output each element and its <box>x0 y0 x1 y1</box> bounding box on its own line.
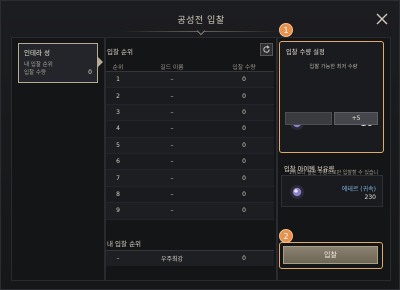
row-rank: 6 <box>116 158 120 166</box>
row-rank: 1 <box>116 76 120 84</box>
table-row: 4 – 0 <box>106 121 274 138</box>
bid-amount-title: 입찰 수량 설정 <box>286 49 325 56</box>
row-qty: 0 <box>242 108 246 116</box>
row-rank: 7 <box>116 174 120 182</box>
close-icon[interactable] <box>375 11 389 25</box>
holdings-item-name: 에테르 (귀속) <box>341 186 376 193</box>
fortress-qty-value: 0 <box>88 69 92 76</box>
row-qty: 0 <box>242 158 246 166</box>
row-rank: 2 <box>116 92 120 100</box>
table-row: 3 – 0 <box>106 104 274 122</box>
fortress-qty-label: 입찰 수량 <box>24 70 46 76</box>
row-rank: 3 <box>116 108 120 116</box>
gem-icon <box>290 185 304 199</box>
header-guild: 길드 이름 <box>160 64 184 71</box>
header-rank: 순위 <box>112 64 124 71</box>
row-guild: – <box>170 141 174 149</box>
selected-arrow-icon <box>98 57 103 67</box>
my-rank-row: – 우주최강 0 <box>106 250 274 266</box>
row-qty: 0 <box>242 207 246 215</box>
my-rank-value: – <box>116 255 120 262</box>
bid-amount-panel: 입찰 수량 설정 입찰 가능한 최저 수량 10 1위보다 높은 수량으로만 입… <box>279 41 384 183</box>
row-guild: – <box>170 158 174 166</box>
row-guild: – <box>170 108 174 116</box>
my-guild-name: 우주최강 <box>160 256 184 263</box>
my-rank-title: 내 입찰 순위 <box>107 240 142 248</box>
row-qty: 0 <box>242 76 246 84</box>
row-qty: 0 <box>242 174 246 182</box>
row-qty: 0 <box>242 125 246 133</box>
table-row: 5 – 0 <box>106 137 274 154</box>
row-guild: – <box>170 125 174 133</box>
ranking-table: 순위 길드 이름 입찰 수량 1–0 2–0 3–0 4–0 5–0 6–0 7–0 8–0 9… <box>106 61 274 220</box>
refresh-icon[interactable] <box>260 43 273 56</box>
siege-bid-window: 공성전 입찰 인테라 성 내 입찰 순위 입찰 수량 0 입찰 순위 순위 길드… <box>0 0 400 290</box>
row-rank: 4 <box>116 125 120 133</box>
row-guild: – <box>170 190 174 198</box>
row-qty: 0 <box>242 190 246 198</box>
window-title: 공성전 입찰 <box>177 15 225 26</box>
table-row: 7 – 0 <box>106 170 274 187</box>
fortress-name: 인테라 성 <box>24 49 50 57</box>
row-qty: 0 <box>242 92 246 100</box>
row-guild: – <box>170 207 174 215</box>
table-row: 6 – 0 <box>106 153 274 171</box>
table-row: 9 – 0 <box>106 203 274 220</box>
fortress-rank-label: 내 입찰 순위 <box>24 62 53 68</box>
row-rank: 5 <box>116 141 120 149</box>
bid-button[interactable]: 입찰 <box>283 246 378 264</box>
row-guild: – <box>170 174 174 182</box>
fortress-row-qty: 입찰 수량 0 <box>24 69 92 77</box>
holdings-box: 에테르 (귀속) 230 <box>281 175 383 207</box>
min-amount-label: 입찰 가능한 최저 수량 <box>309 64 358 70</box>
row-rank: 9 <box>116 207 120 215</box>
step-marker-1: 1 <box>279 23 293 37</box>
table-row: 2 – 0 <box>106 88 274 105</box>
my-bid-qty: 0 <box>242 255 246 262</box>
row-rank: 8 <box>116 190 120 198</box>
holdings-item-qty: 230 <box>364 194 376 201</box>
row-guild: – <box>170 92 174 100</box>
ranking-header: 순위 길드 이름 입찰 수량 <box>106 61 274 72</box>
fortress-row-rank: 내 입찰 순위 <box>24 61 92 69</box>
step-marker-2: 2 <box>279 229 293 243</box>
table-row: 1 – 0 <box>106 72 274 89</box>
table-row: 8 – 0 <box>106 186 274 204</box>
row-qty: 0 <box>242 141 246 149</box>
decrease-button[interactable] <box>285 112 332 125</box>
plus-five-button[interactable]: +5 <box>334 112 378 125</box>
ranking-title: 입찰 순위 <box>107 48 133 56</box>
holdings-title: 입찰 아이템 보유량 <box>284 166 335 173</box>
header-qty: 입찰 수량 <box>232 64 256 71</box>
bid-button-highlight: 입찰 <box>279 242 383 269</box>
row-guild: – <box>170 76 174 84</box>
fortress-card[interactable]: 인테라 성 내 입찰 순위 입찰 수량 0 <box>18 43 98 83</box>
